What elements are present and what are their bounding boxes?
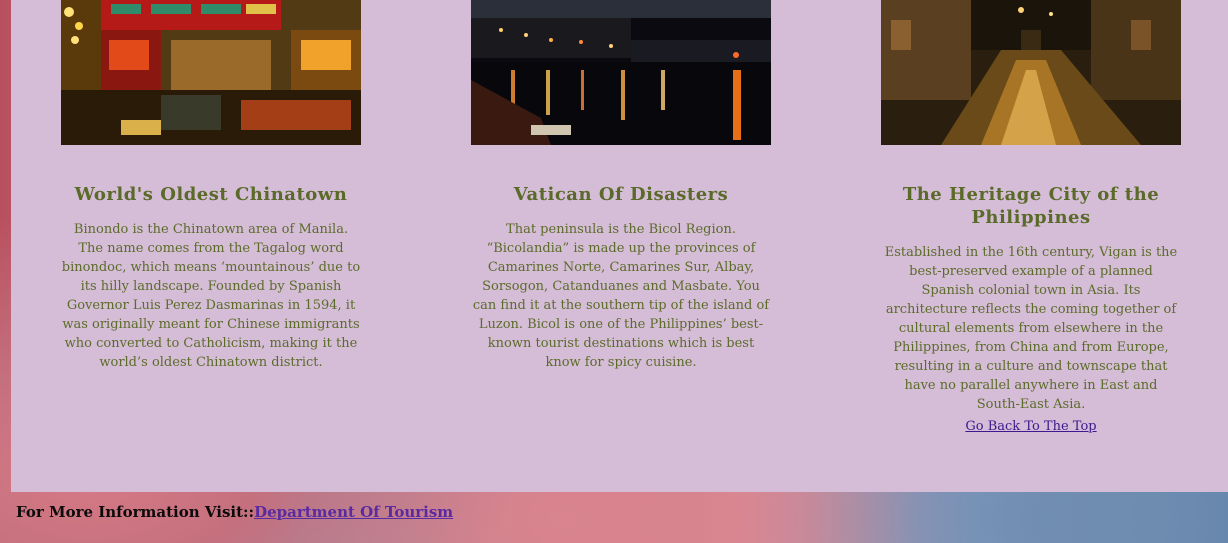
vigan-photo	[881, 0, 1181, 145]
card-title: World's Oldest Chinatown	[74, 184, 348, 205]
destination-card-binondo: World's Oldest Chinatown Binondo is the …	[61, 0, 361, 372]
footer: For More Information Visit::Department O…	[16, 503, 453, 521]
card-title: The Heritage City of the Philippines	[902, 184, 1160, 228]
footer-label: For More Information Visit::	[16, 503, 255, 521]
card-title: Vatican Of Disasters	[513, 184, 729, 205]
bicol-photo	[471, 0, 771, 145]
destination-card-bicol: Vatican Of Disasters That peninsula is t…	[471, 0, 771, 372]
card-description: That peninsula is the Bicol Region. “Bic…	[472, 222, 770, 370]
content-panel: World's Oldest Chinatown Binondo is the …	[11, 0, 1228, 492]
card-description: Established in the 16th century, Vigan i…	[884, 245, 1178, 412]
destination-card-vigan: The Heritage City of the Philippines Est…	[881, 0, 1181, 434]
binondo-photo	[61, 0, 361, 145]
go-back-to-top-link[interactable]: Go Back To The Top	[965, 419, 1096, 434]
department-of-tourism-link[interactable]: Department Of Tourism	[254, 503, 453, 521]
card-description: Binondo is the Chinatown area of Manila.…	[61, 222, 361, 370]
